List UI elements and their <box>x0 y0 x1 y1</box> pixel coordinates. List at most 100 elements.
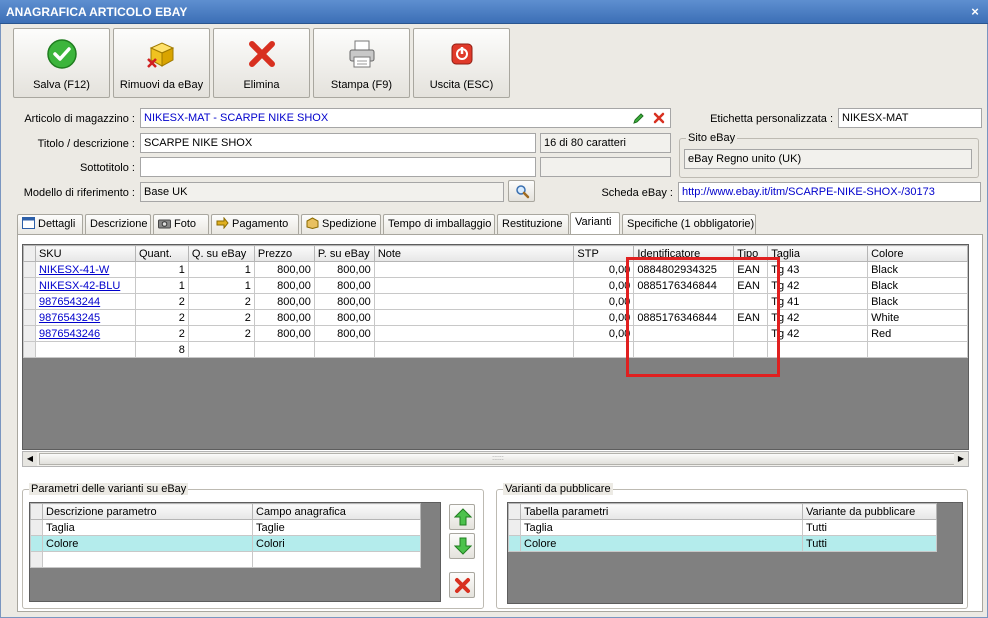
cell-taglia[interactable]: Tg 42 <box>767 309 869 326</box>
cell-p-ebay[interactable]: 800,00 <box>313 325 375 342</box>
cell-tipo[interactable] <box>733 293 769 310</box>
cell-stp[interactable]: 0,00 <box>573 293 635 310</box>
cell-tipo[interactable]: EAN <box>733 277 769 294</box>
cell-tipo[interactable]: EAN <box>733 309 769 326</box>
articolo-field[interactable]: NIKESX-MAT - SCARPE NIKE SHOX <box>140 108 671 128</box>
col-header-note[interactable]: Note <box>373 245 575 262</box>
col-header-p-ebay[interactable]: P. su eBay <box>313 245 375 262</box>
cell-note[interactable] <box>373 261 575 278</box>
table-row-empty[interactable] <box>30 551 421 568</box>
row-selector[interactable] <box>23 293 36 310</box>
cell-variante[interactable]: Tutti <box>802 519 937 536</box>
cell-taglia[interactable]: Tg 41 <box>767 293 869 310</box>
cell-stp[interactable]: 0,00 <box>573 277 635 294</box>
cell-stp[interactable]: 0,00 <box>573 325 635 342</box>
col-header-quant[interactable]: Quant. <box>134 245 189 262</box>
print-button[interactable]: Stampa (F9) <box>313 28 410 98</box>
scrollbar-thumb[interactable]: :::::: <box>39 453 957 465</box>
row-selector[interactable] <box>23 325 36 342</box>
tab-restituzione[interactable]: Restituzione <box>497 214 569 234</box>
sku-link[interactable]: 9876543244 <box>34 293 136 310</box>
row-selector[interactable] <box>30 535 43 552</box>
col-header-campo-anagrafica[interactable]: Campo anagrafica <box>252 503 421 520</box>
cell-descrizione[interactable]: Taglia <box>42 519 253 536</box>
titolo-field[interactable]: SCARPE NIKE SHOX <box>140 133 536 153</box>
cell-taglia[interactable]: Tg 43 <box>767 261 869 278</box>
table-row[interactable]: Taglia Tutti <box>508 519 937 536</box>
cell-q-ebay[interactable]: 1 <box>187 261 255 278</box>
cell-tabella[interactable]: Colore <box>520 535 803 552</box>
cell-empty[interactable] <box>252 551 421 568</box>
sku-link[interactable]: 9876543246 <box>34 325 136 342</box>
cell-identificatore[interactable]: 0884802934325 <box>633 261 735 278</box>
table-row-selected[interactable]: Colore Colori <box>30 535 421 552</box>
cell-identificatore[interactable] <box>633 325 735 342</box>
sottotitolo-field[interactable] <box>140 157 536 177</box>
tab-tempo-imballaggio[interactable]: Tempo di imballaggio <box>383 214 495 234</box>
row-selector[interactable] <box>23 261 36 278</box>
cell-descrizione[interactable]: Colore <box>42 535 253 552</box>
tab-varianti[interactable]: Varianti <box>570 212 620 235</box>
cell-note[interactable] <box>373 325 575 342</box>
cell-taglia[interactable]: Tg 42 <box>767 277 869 294</box>
cell-identificatore[interactable] <box>633 293 735 310</box>
cell-taglia[interactable]: Tg 42 <box>767 325 869 342</box>
remove-from-ebay-button[interactable]: Rimuovi da eBay <box>113 28 210 98</box>
cell-colore[interactable]: White <box>867 309 968 326</box>
table-row[interactable]: NIKESX-41-W 1 1 800,00 800,00 0,00 08848… <box>23 261 968 278</box>
cell-stp[interactable]: 0,00 <box>573 309 635 326</box>
cell-p-ebay[interactable]: 800,00 <box>313 277 375 294</box>
col-header-sku[interactable]: SKU <box>34 245 136 262</box>
sku-link[interactable]: NIKESX-42-BLU <box>34 277 136 294</box>
row-selector[interactable] <box>23 277 36 294</box>
sku-link[interactable]: NIKESX-41-W <box>34 261 136 278</box>
scroll-left-arrow-icon[interactable]: ◀ <box>23 452 37 466</box>
cell-prezzo[interactable]: 800,00 <box>253 293 315 310</box>
cell-note[interactable] <box>373 309 575 326</box>
tab-pagamento[interactable]: Pagamento <box>211 214 299 234</box>
move-up-button[interactable] <box>449 504 475 530</box>
cell-q-ebay[interactable]: 1 <box>187 277 255 294</box>
cell-tipo[interactable]: EAN <box>733 261 769 278</box>
move-down-button[interactable] <box>449 533 475 559</box>
cell-empty[interactable] <box>42 551 253 568</box>
row-selector[interactable] <box>23 309 36 326</box>
clear-x-icon[interactable] <box>653 112 665 124</box>
col-header-identificatore[interactable]: Identificatore <box>633 245 735 262</box>
table-row[interactable]: 9876543246 2 2 800,00 800,00 0,00 Tg 42 … <box>23 325 968 342</box>
cell-note[interactable] <box>373 293 575 310</box>
col-header-variante-pubblicare[interactable]: Variante da pubblicare <box>802 503 937 520</box>
table-row-selected[interactable]: Colore Tutti <box>508 535 937 552</box>
cell-tabella[interactable]: Taglia <box>520 519 803 536</box>
col-header-q-ebay[interactable]: Q. su eBay <box>187 245 255 262</box>
modello-field[interactable]: Base UK <box>140 182 504 202</box>
table-row[interactable]: NIKESX-42-BLU 1 1 800,00 800,00 0,00 088… <box>23 277 968 294</box>
cell-prezzo[interactable]: 800,00 <box>253 309 315 326</box>
cell-campo[interactable]: Colori <box>252 535 421 552</box>
cell-quant[interactable]: 1 <box>134 261 189 278</box>
table-row[interactable]: 9876543244 2 2 800,00 800,00 0,00 Tg 41 … <box>23 293 968 310</box>
col-header-stp[interactable]: STP <box>573 245 635 262</box>
tab-spedizione[interactable]: Spedizione <box>301 214 381 234</box>
cell-p-ebay[interactable]: 800,00 <box>313 261 375 278</box>
cell-quant[interactable]: 1 <box>134 277 189 294</box>
modello-search-button[interactable] <box>508 180 535 202</box>
cell-colore[interactable]: Black <box>867 277 968 294</box>
exit-button[interactable]: Uscita (ESC) <box>413 28 510 98</box>
cell-variante[interactable]: Tutti <box>802 535 937 552</box>
etichetta-field[interactable]: NIKESX-MAT <box>838 108 982 128</box>
col-header-descrizione-parametro[interactable]: Descrizione parametro <box>42 503 253 520</box>
cell-p-ebay[interactable]: 800,00 <box>313 293 375 310</box>
cell-quant[interactable]: 2 <box>134 309 189 326</box>
cell-colore[interactable]: Red <box>867 325 968 342</box>
cell-colore[interactable]: Black <box>867 293 968 310</box>
tab-dettagli[interactable]: Dettagli <box>17 214 83 234</box>
cell-q-ebay[interactable]: 2 <box>187 309 255 326</box>
tab-foto[interactable]: Foto <box>153 214 209 234</box>
cell-prezzo[interactable]: 800,00 <box>253 261 315 278</box>
remove-parameter-button[interactable] <box>449 572 475 598</box>
cell-tipo[interactable] <box>733 325 769 342</box>
cell-note[interactable] <box>373 277 575 294</box>
col-header-tipo[interactable]: Tipo <box>733 245 769 262</box>
sku-link[interactable]: 9876543245 <box>34 309 136 326</box>
